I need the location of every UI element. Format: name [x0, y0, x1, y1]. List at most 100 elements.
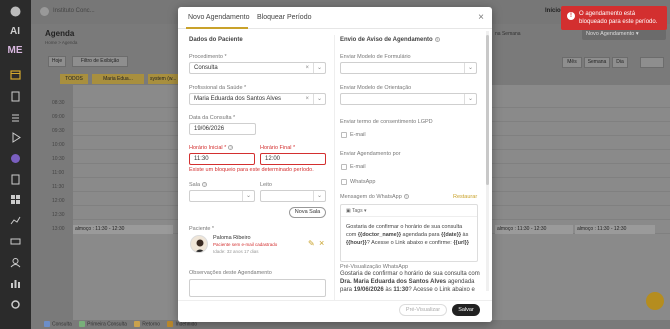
- settings-icon[interactable]: [7, 298, 23, 311]
- me-icon[interactable]: ME: [7, 44, 23, 57]
- end-time-label: Horário Final *: [260, 145, 296, 151]
- modal-scrollbar-thumb[interactable]: [486, 35, 489, 185]
- preview-text: às: [383, 287, 394, 293]
- play-icon[interactable]: [7, 131, 23, 144]
- chevron-down-icon[interactable]: ⌄: [313, 94, 325, 104]
- preview-variable: Dra. Maria Eduarda dos Santos Alves: [340, 279, 447, 285]
- list-icon[interactable]: [7, 111, 23, 124]
- tags-label: Tags: [352, 208, 363, 214]
- send-email-checkbox[interactable]: [341, 164, 347, 170]
- help-icon[interactable]: ?: [202, 182, 208, 188]
- help-icon[interactable]: ?: [228, 145, 234, 151]
- document-icon[interactable]: [7, 173, 23, 186]
- start-time-input[interactable]: 11:30: [189, 153, 255, 165]
- alert-icon: !: [567, 12, 575, 20]
- time-label: 10:00: [52, 142, 65, 148]
- preview-button[interactable]: Pré-Visualizar: [399, 304, 447, 316]
- editor-toolbar: ▣ Tags ▾: [341, 205, 477, 217]
- professional-select[interactable]: Maria Eduarda dos Santos Alves × ⌄: [189, 93, 326, 105]
- toast-message: O agendamento está bloqueado para este p…: [579, 11, 658, 25]
- edit-icon[interactable]: ✎: [308, 239, 315, 248]
- save-button[interactable]: Salvar: [452, 304, 480, 316]
- bars-icon[interactable]: [7, 277, 23, 290]
- tab-new-appointment[interactable]: Novo Agendamento: [188, 14, 250, 21]
- time-label: 11:30: [52, 184, 65, 190]
- breadcrumb: Home > Agenda: [45, 40, 78, 45]
- clear-icon[interactable]: ×: [305, 63, 309, 73]
- guide-model-label: Enviar Modelo de Orientação: [340, 85, 412, 91]
- clear-icon[interactable]: ×: [305, 94, 309, 104]
- time-label: 09:30: [52, 128, 65, 134]
- preview-variable: 11:30: [393, 287, 409, 293]
- today-button[interactable]: Hoje: [48, 56, 66, 67]
- form-model-select[interactable]: ⌄: [340, 62, 477, 74]
- room-select[interactable]: ⌄: [189, 190, 255, 202]
- calendar-icon[interactable]: [7, 68, 23, 81]
- ai-icon[interactable]: AI: [7, 25, 23, 38]
- start-time-label-text: Horário Inicial *: [189, 145, 227, 151]
- logo-icon[interactable]: [7, 5, 23, 18]
- filter-button[interactable]: Filtro de Exibição: [72, 56, 128, 67]
- money-icon[interactable]: [7, 235, 23, 248]
- bed-select[interactable]: ⌄: [260, 190, 326, 202]
- calendar-event[interactable]: almoço : 11:30 - 12:30: [495, 225, 573, 234]
- grid-icon[interactable]: [7, 193, 23, 206]
- list-icon[interactable]: [7, 90, 23, 103]
- column-divider: [334, 35, 335, 300]
- view-month-button[interactable]: Mês: [562, 57, 582, 68]
- procedure-select[interactable]: Consulta × ⌄: [189, 62, 326, 74]
- modal-footer: Pré-Visualizar Salvar: [178, 301, 492, 322]
- preview-text: Gostaria de confirmar o horário de sua c…: [340, 271, 480, 277]
- notes-textarea[interactable]: [189, 279, 326, 297]
- help-icon[interactable]: ?: [403, 194, 409, 200]
- people-icon[interactable]: [7, 256, 23, 269]
- chevron-down-icon[interactable]: ⌄: [313, 191, 325, 201]
- tab-block-period[interactable]: Bloquear Período: [257, 14, 311, 21]
- home-link[interactable]: Início: [545, 8, 561, 14]
- send-whatsapp-checkbox[interactable]: [341, 179, 347, 185]
- professional-label: Profissional da Saúde *: [189, 85, 247, 91]
- modal-tabs: Novo Agendamento Bloquear Período ×: [178, 7, 492, 29]
- legend-item: Retorno: [142, 321, 161, 328]
- floating-help-icon[interactable]: [646, 292, 664, 310]
- chevron-down-icon[interactable]: ⌄: [242, 191, 254, 201]
- whatsapp-message-label: Mensagem do WhatsApp?: [340, 194, 409, 200]
- patient-name: Paloma Ribeiro: [213, 235, 251, 241]
- tags-dropdown[interactable]: ▣ Tags ▾: [346, 208, 367, 214]
- professional-tab[interactable]: system (w...: [148, 74, 178, 84]
- chevron-down-icon[interactable]: ⌄: [464, 63, 476, 73]
- calendar-event[interactable]: almoço : 11:30 - 12:30: [575, 225, 655, 234]
- whatsapp-icon[interactable]: [7, 152, 23, 165]
- time-label: 10:30: [52, 156, 65, 162]
- template-text: às: [460, 232, 469, 238]
- lgpd-email-checkbox[interactable]: [341, 132, 347, 138]
- page-title: Agenda: [45, 29, 75, 38]
- room-label-text: Sala: [189, 182, 201, 188]
- notes-label: Observações deste Agendamento: [189, 270, 272, 276]
- view-week-button[interactable]: Semana: [584, 57, 610, 68]
- template-text: agendada para: [401, 232, 442, 238]
- restore-link[interactable]: Restaurar: [453, 194, 477, 200]
- calendar-event[interactable]: almoço : 11:30 - 12:30: [73, 225, 173, 234]
- help-icon[interactable]: ?: [434, 37, 440, 42]
- legend-swatch: [134, 321, 141, 327]
- view-day-button[interactable]: Dia: [612, 57, 628, 68]
- legend-item: Primeira Consulta: [87, 321, 127, 328]
- new-appointment-button[interactable]: Novo Agendamento ▾: [582, 29, 666, 40]
- end-time-input[interactable]: 12:00: [260, 153, 326, 165]
- chevron-down-icon[interactable]: ⌄: [464, 94, 476, 104]
- professional-all-tab[interactable]: TODOS: [60, 74, 88, 84]
- lgpd-email-label: E-mail: [350, 132, 366, 138]
- date-input[interactable]: 19/06/2026: [189, 123, 256, 135]
- whatsapp-message-editor[interactable]: ▣ Tags ▾ Gostaria de confirmar o horário…: [340, 204, 478, 262]
- patient-section-title: Dados do Paciente: [189, 37, 243, 43]
- close-icon[interactable]: ×: [478, 12, 484, 23]
- new-room-button[interactable]: Nova Sala: [289, 207, 326, 218]
- guide-model-select[interactable]: ⌄: [340, 93, 477, 105]
- chevron-down-icon[interactable]: ⌄: [313, 63, 325, 73]
- remove-icon[interactable]: ×: [319, 238, 324, 248]
- chart-icon[interactable]: [7, 214, 23, 227]
- professional-tab[interactable]: Maria Edua...: [92, 74, 144, 84]
- legend-swatch: [44, 321, 50, 327]
- grid-view-button[interactable]: [640, 57, 664, 68]
